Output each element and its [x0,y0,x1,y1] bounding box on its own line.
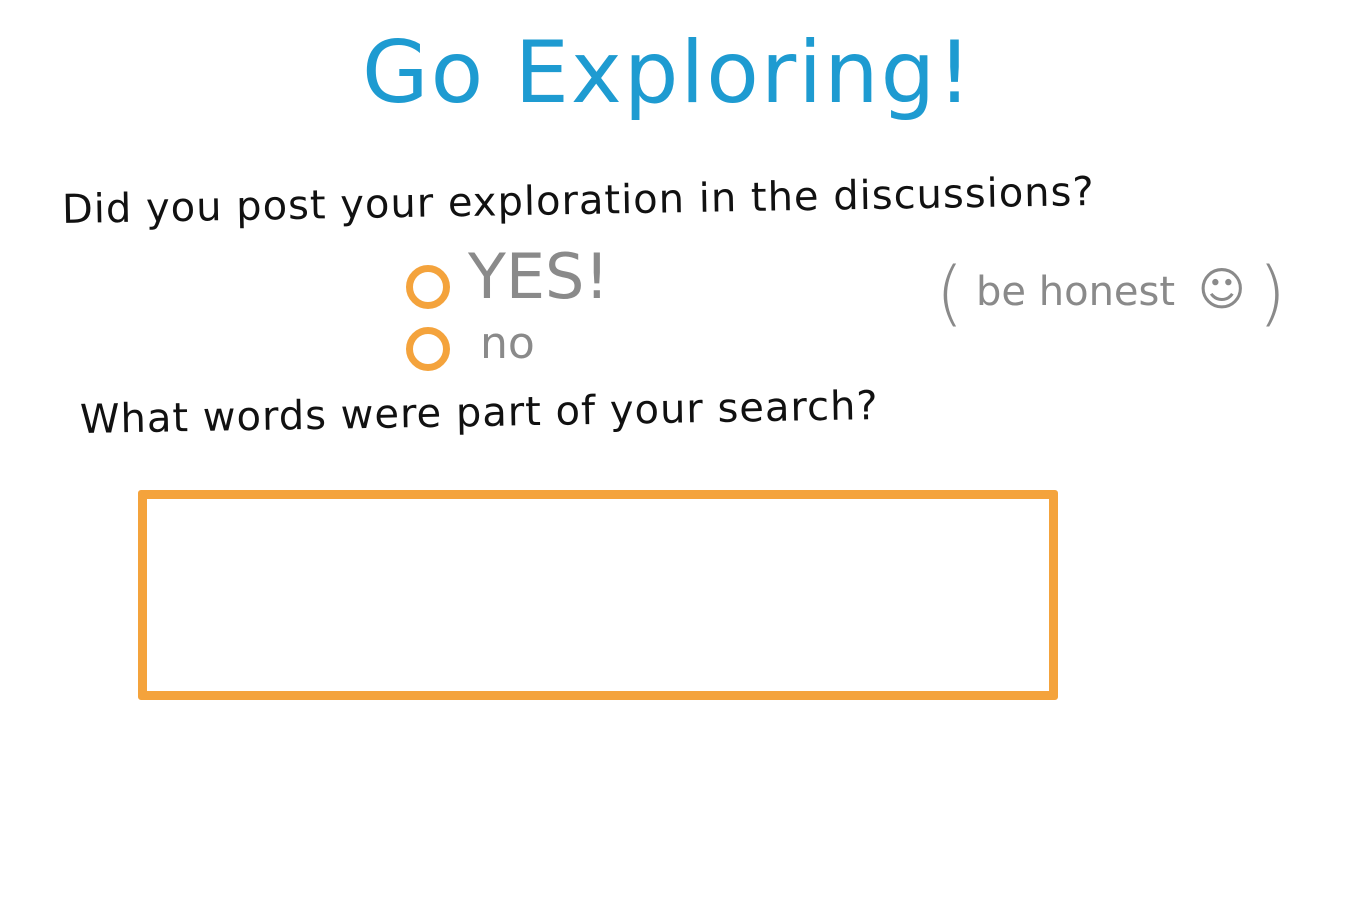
question-search-words: What words were part of your search? [79,383,879,443]
hint-close-paren: ) [1258,252,1286,334]
radio-no[interactable] [406,327,450,371]
radio-no-label[interactable]: no [480,322,535,366]
radio-yes-label[interactable]: YES! [468,246,609,308]
radio-yes[interactable] [406,265,450,309]
hint-open-paren: ( [936,252,964,334]
page-title: Go Exploring! [362,23,974,123]
search-words-answer-box[interactable] [138,490,1058,700]
page: Go Exploring! Did you post your explorat… [0,0,1350,900]
question-posted-exploration: Did you post your exploration in the dis… [61,168,1095,233]
hint-text: be honest [976,269,1176,315]
be-honest-hint: ( be honest ☺ ) [936,258,1286,328]
smiley-icon: ☺ [1197,262,1246,316]
